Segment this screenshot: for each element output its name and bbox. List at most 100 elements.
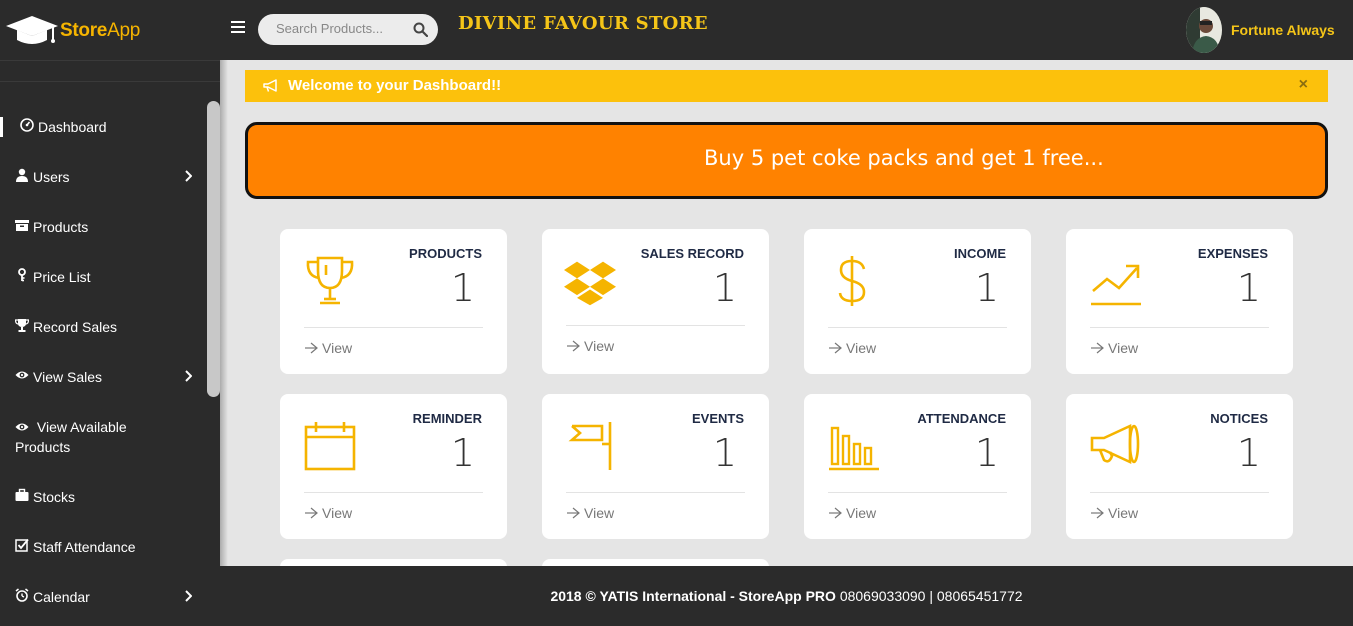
sidebar-item-label: View Available Products: [15, 419, 127, 455]
avatar[interactable]: [1186, 7, 1222, 53]
arrow-right-icon: [305, 342, 318, 354]
card-title: EVENTS: [691, 411, 744, 426]
sidebar-item-label: Record Sales: [33, 319, 118, 335]
trophy-icon: [306, 256, 354, 305]
footer: 2018 © YATIS International - StoreApp PR…: [220, 566, 1353, 626]
card-title: SALES RECORD: [640, 246, 744, 261]
card-value: 1: [1236, 431, 1261, 475]
search-box: [258, 14, 438, 45]
card-notices: NOTICES 1 View: [1066, 394, 1293, 539]
card-title: NOTICES: [1210, 411, 1268, 426]
eye-icon: [15, 423, 29, 431]
view-link[interactable]: View: [1090, 340, 1138, 356]
card-expenses: EXPENSES 1 View: [1066, 229, 1293, 374]
card-value: 1: [712, 266, 737, 310]
view-link[interactable]: View: [304, 505, 352, 521]
brand-logo[interactable]: StoreApp: [6, 14, 140, 48]
footer-text: 2018 © YATIS International - StoreApp PR…: [220, 588, 1353, 604]
search-icon[interactable]: [413, 22, 428, 37]
sidebar-item-products[interactable]: Products: [0, 217, 206, 237]
top-bar: StoreApp DIVINE FAVOUR STORE Fortune Alw…: [0, 0, 1353, 60]
card-title: ATTENDANCE: [917, 411, 1006, 426]
footer-phones: 08069033090 | 08065451772: [839, 588, 1023, 604]
card-reminder: REMINDER 1 View: [280, 394, 507, 539]
card-value: 1: [450, 431, 475, 475]
arrow-right-icon: [567, 507, 580, 519]
sidebar-item-label: Products: [33, 219, 89, 235]
trophy-icon: [15, 319, 29, 332]
sidebar-item-label: Stocks: [33, 489, 76, 505]
sidebar-item-view-available-products[interactable]: View Available Products: [0, 417, 180, 457]
promo-text: Buy 5 pet coke packs and get 1 free...: [704, 146, 1104, 170]
sidebar-item-users[interactable]: Users: [0, 167, 206, 187]
view-link-label: View: [1108, 505, 1139, 521]
card-title: PRODUCTS: [409, 246, 482, 261]
card-divider: [304, 492, 483, 493]
view-link-label: View: [584, 505, 615, 521]
search-input[interactable]: [276, 21, 406, 36]
sidebar-item-calendar[interactable]: Calendar: [0, 587, 206, 607]
card-divider: [1090, 327, 1269, 328]
brand-name-bold: Store: [60, 20, 108, 41]
card-divider: [566, 325, 745, 326]
sidebar-item-view-sales[interactable]: View Sales: [0, 367, 206, 387]
card-divider: [828, 492, 1007, 493]
sidebar-scrollbar[interactable]: [206, 101, 220, 626]
sidebar-item-label: Staff Attendance: [33, 539, 136, 555]
view-link[interactable]: View: [828, 505, 876, 521]
view-link[interactable]: View: [828, 340, 876, 356]
card-title: REMINDER: [412, 411, 482, 426]
view-link-label: View: [322, 340, 353, 356]
sidebar-item-label: Users: [33, 169, 70, 185]
store-title: DIVINE FAVOUR STORE: [458, 13, 708, 34]
menu-toggle-icon[interactable]: [231, 21, 245, 33]
alarm-icon: [15, 588, 29, 602]
user-photo-icon: [1186, 7, 1222, 53]
view-link-label: View: [846, 340, 877, 356]
arrow-right-icon: [1091, 342, 1104, 354]
sidebar-item-dashboard[interactable]: Dashboard: [0, 117, 206, 137]
sidebar-item-label: View Sales: [33, 369, 103, 385]
sidebar-item-label-wrap: View Available Products: [15, 417, 180, 457]
welcome-alert: Welcome to your Dashboard!! ×: [245, 70, 1328, 102]
sidebar-item-record-sales[interactable]: Record Sales: [0, 317, 206, 337]
view-link[interactable]: View: [304, 340, 352, 356]
dollar-icon: [838, 256, 866, 306]
card-divider: [1090, 492, 1269, 493]
arrow-right-icon: [567, 340, 580, 352]
sidebar-item-stocks[interactable]: Stocks: [0, 487, 206, 507]
sidebar-item-staff-attendance[interactable]: Staff Attendance: [0, 537, 206, 557]
sidebar-item-price-list[interactable]: Price List: [0, 267, 206, 287]
calendar-icon: [304, 422, 356, 471]
card-attendance: ATTENDANCE 1 View: [804, 394, 1031, 539]
card-value: 1: [1236, 266, 1261, 310]
briefcase-icon: [15, 488, 29, 501]
chevron-right-icon: [185, 370, 192, 382]
card-products: PRODUCTS 1 View: [280, 229, 507, 374]
chevron-right-icon: [185, 590, 192, 602]
card-title: EXPENSES: [1197, 246, 1268, 261]
view-link-label: View: [1108, 340, 1139, 356]
view-link-label: View: [584, 338, 615, 354]
card-value: 1: [712, 431, 737, 475]
view-link[interactable]: View: [566, 338, 614, 354]
checkbox-icon: [15, 538, 29, 552]
username[interactable]: Fortune Always: [1231, 22, 1335, 38]
sidebar: Dashboard Users Products Price List Reco…: [0, 60, 220, 626]
bullhorn-icon: [263, 79, 277, 92]
view-link[interactable]: View: [566, 505, 614, 521]
flag-icon: [568, 422, 612, 470]
view-link[interactable]: View: [1090, 505, 1138, 521]
sidebar-shadow: [220, 60, 228, 566]
megaphone-icon: [1090, 423, 1140, 465]
close-icon[interactable]: ×: [1299, 76, 1308, 94]
card-divider: [566, 492, 745, 493]
scrollbar-thumb[interactable]: [207, 101, 220, 397]
trend-up-icon: [1091, 264, 1141, 306]
brand-name: StoreApp: [60, 20, 140, 42]
card-divider: [828, 327, 1007, 328]
card-events: EVENTS 1 View: [542, 394, 769, 539]
card-title: INCOME: [954, 246, 1006, 261]
chevron-right-icon: [185, 170, 192, 182]
view-link-label: View: [846, 505, 877, 521]
